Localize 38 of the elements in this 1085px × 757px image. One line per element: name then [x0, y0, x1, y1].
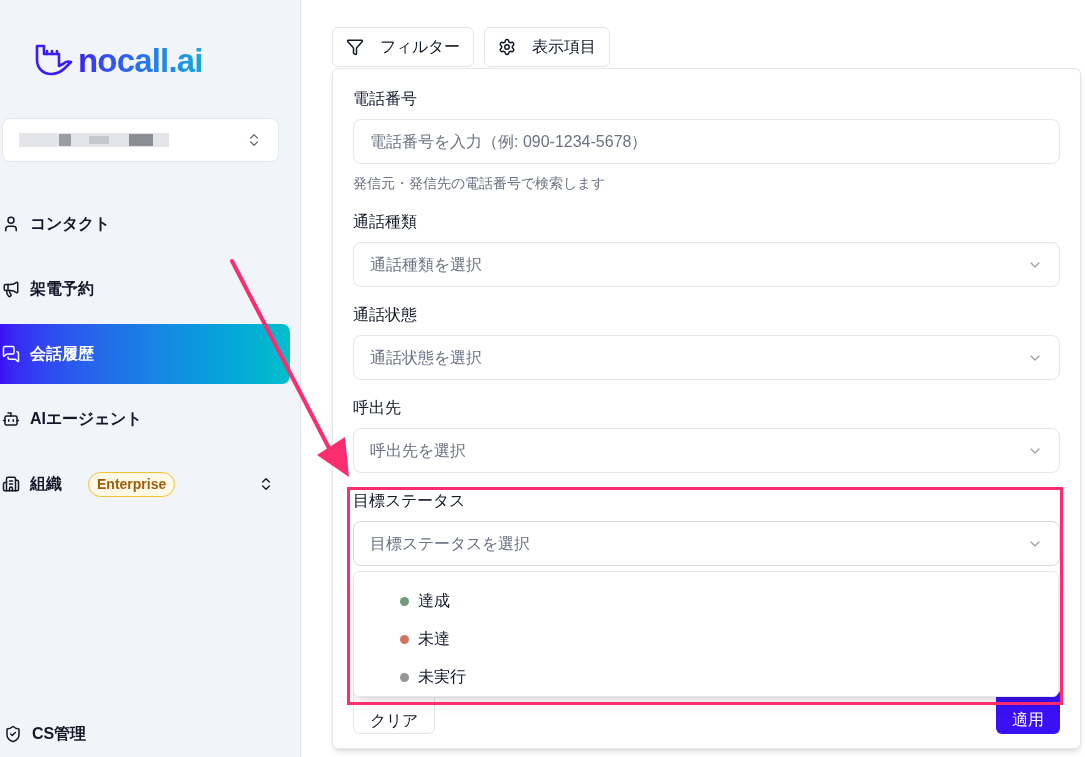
sidebar-item[interactable]: コンタクト — [0, 194, 290, 254]
settings-icon — [498, 38, 516, 56]
field-label: 目標ステータス — [353, 491, 466, 511]
placeholder-text: 目標ステータスを選択 — [370, 533, 530, 554]
field-label: 通話種類 — [353, 212, 418, 232]
select-field[interactable]: 呼出先を選択 — [353, 428, 1060, 473]
hand-logo-icon — [34, 43, 74, 77]
hint-text: 発信元・発信先の電話番号で検索します — [353, 174, 606, 193]
dropdown-option[interactable]: 未達 — [400, 620, 1058, 658]
workspace-selector[interactable] — [2, 118, 279, 162]
placeholder-text: 通話種類を選択 — [370, 254, 482, 275]
sidebar-item[interactable]: CS管理 — [32, 722, 87, 746]
blurred-name-icon — [19, 133, 169, 147]
person-icon — [2, 215, 20, 233]
field-label: 通話状態 — [353, 305, 418, 325]
select-field[interactable]: 通話種類を選択 — [353, 242, 1060, 287]
dropdown-option[interactable]: 達成 — [400, 582, 1058, 620]
sidebar-item[interactable]: 組織 Enterprise — [0, 454, 290, 514]
sidebar-item[interactable]: 架電予約 — [0, 259, 290, 319]
sidebar-item[interactable]: AIエージェント — [0, 389, 290, 449]
placeholder-text: 通話状態を選択 — [370, 347, 482, 368]
megaphone-icon — [2, 280, 20, 298]
robot-icon — [2, 410, 20, 428]
enterprise-badge: Enterprise — [88, 471, 176, 497]
toolbar-button[interactable]: 表示項目 — [484, 27, 610, 67]
field-label: 呼出先 — [353, 398, 402, 418]
toolbar-button[interactable]: フィルター — [332, 27, 474, 67]
select-field[interactable]: 目標ステータスを選択 — [353, 521, 1060, 566]
sidebar-item[interactable]: 会話履歴 — [0, 324, 290, 384]
phone-input-field[interactable]: 電話番号を入力（例: 090-1234-5678） — [353, 119, 1060, 164]
filter-icon — [346, 38, 364, 56]
select-field[interactable]: 通話状態を選択 — [353, 335, 1060, 380]
shield-icon — [4, 725, 22, 743]
field-label: 電話番号 — [353, 89, 418, 109]
placeholder-text: 呼出先を選択 — [370, 440, 466, 461]
building-icon — [2, 475, 20, 493]
chat-bubbles-icon — [2, 345, 20, 363]
placeholder-text: 電話番号を入力（例: 090-1234-5678） — [370, 131, 648, 152]
